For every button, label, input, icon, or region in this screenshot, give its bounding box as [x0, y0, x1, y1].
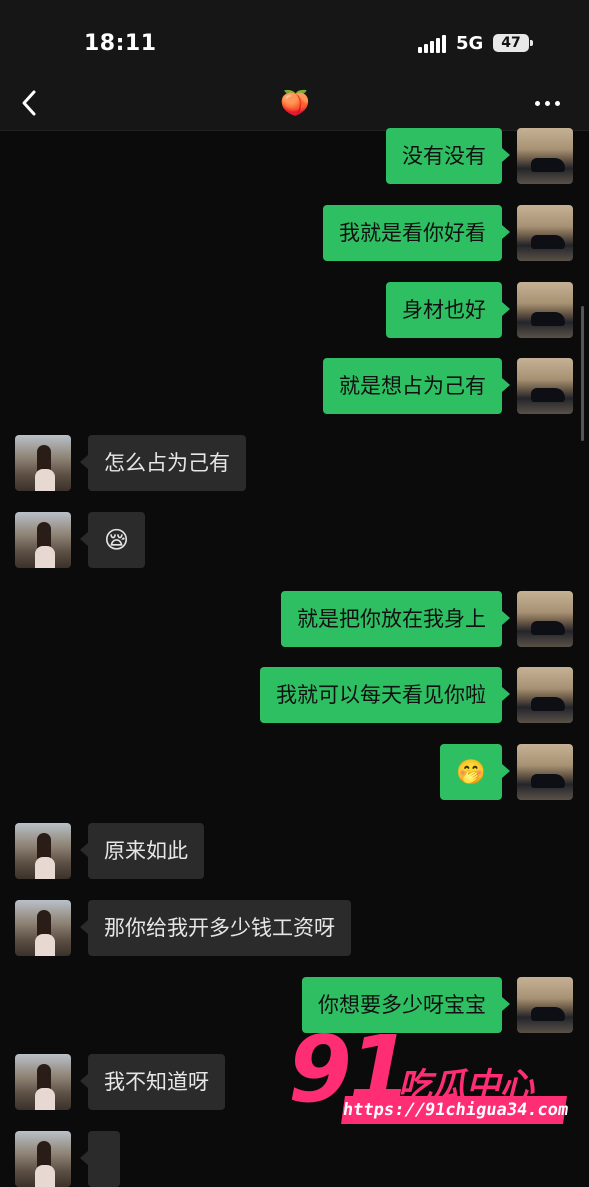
- my-avatar[interactable]: [517, 358, 573, 414]
- signal-icon: [418, 35, 448, 53]
- received-message-bubble[interactable]: 我不知道呀: [80, 1054, 225, 1110]
- sent-message-bubble[interactable]: 就是把你放在我身上: [281, 591, 510, 647]
- received-message-bubble[interactable]: 怎么占为己有: [80, 435, 246, 491]
- contact-avatar[interactable]: [15, 1131, 71, 1187]
- contact-avatar[interactable]: [15, 900, 71, 956]
- message-row: 就是想占为己有: [0, 358, 589, 414]
- chat-title-emoji: 🍑: [280, 89, 310, 117]
- message-row: 没有没有: [0, 128, 589, 184]
- received-message-bubble[interactable]: 😪: [79, 512, 146, 568]
- more-options-icon[interactable]: [532, 90, 564, 116]
- message-row: 我就是看你好看: [0, 205, 589, 261]
- my-avatar[interactable]: [517, 591, 573, 647]
- message-row: 身材也好: [0, 282, 589, 338]
- my-avatar[interactable]: [517, 282, 573, 338]
- contact-avatar[interactable]: [15, 512, 71, 568]
- back-arrow-icon[interactable]: [14, 86, 48, 120]
- message-row: 怎么占为己有: [0, 435, 589, 491]
- message-row: 🤭: [0, 744, 589, 800]
- received-message-bubble[interactable]: 原来如此: [80, 823, 204, 879]
- sent-message-bubble[interactable]: 我就可以每天看见你啦: [260, 667, 510, 723]
- message-row: 那你给我开多少钱工资呀: [0, 900, 589, 956]
- contact-avatar[interactable]: [15, 435, 71, 491]
- message-row: 原来如此: [0, 823, 589, 879]
- sent-message-bubble[interactable]: 就是想占为己有: [323, 358, 510, 414]
- received-message-bubble[interactable]: [80, 1131, 120, 1187]
- received-message-bubble[interactable]: 那你给我开多少钱工资呀: [80, 900, 351, 956]
- message-row: 就是把你放在我身上: [0, 591, 589, 647]
- my-avatar[interactable]: [517, 667, 573, 723]
- sent-message-bubble[interactable]: 没有没有: [386, 128, 510, 184]
- status-time: 18:11: [84, 31, 157, 56]
- sent-message-bubble[interactable]: 我就是看你好看: [323, 205, 510, 261]
- network-type: 5G: [456, 33, 484, 54]
- status-bar: 18:11 5G 47: [0, 0, 589, 78]
- contact-avatar[interactable]: [15, 1054, 71, 1110]
- message-row: 😪: [0, 512, 589, 568]
- watermark-url: https://91chigua34.com: [341, 1096, 570, 1124]
- battery-icon: 47: [493, 34, 529, 52]
- battery-tip: [530, 40, 533, 46]
- message-row: 我就可以每天看见你啦: [0, 667, 589, 723]
- sent-message-bubble[interactable]: 身材也好: [386, 282, 510, 338]
- watermark-logo: 91 吃瓜中心 https://91chigua34.com: [288, 1020, 588, 1135]
- message-row: [0, 1131, 589, 1187]
- chat-header: 🍑: [0, 78, 589, 131]
- my-avatar[interactable]: [517, 205, 573, 261]
- my-avatar[interactable]: [517, 744, 573, 800]
- contact-avatar[interactable]: [15, 823, 71, 879]
- my-avatar[interactable]: [517, 128, 573, 184]
- sent-message-bubble[interactable]: 🤭: [440, 744, 510, 800]
